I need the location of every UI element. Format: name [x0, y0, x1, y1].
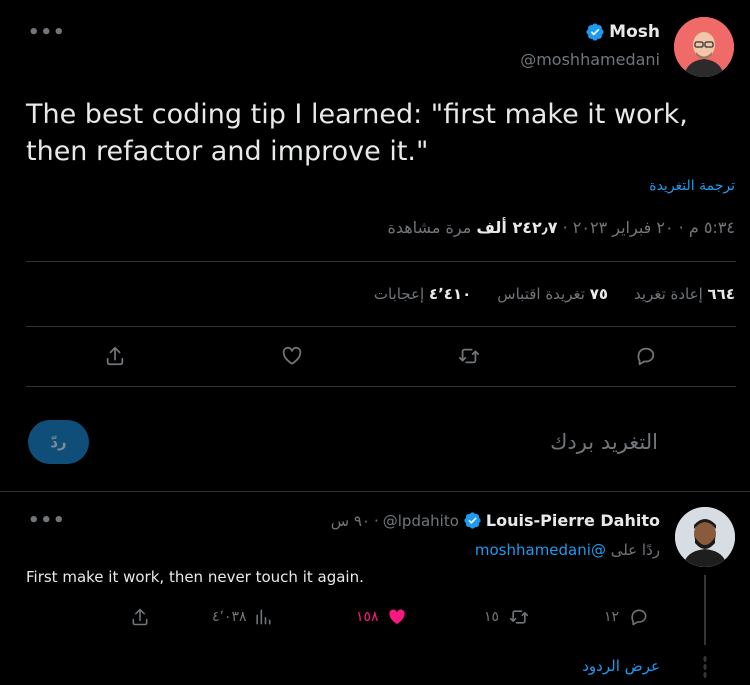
reply-more-options-icon[interactable]: ••• — [28, 510, 66, 531]
share-icon — [106, 346, 124, 366]
reply-like-button[interactable]: ١٥٨ — [356, 607, 407, 627]
reply-text: First make it work, then never touch it … — [26, 568, 364, 586]
reply-author-handle[interactable]: @lpdahito — [383, 512, 459, 530]
quotes-count: ٧٥ — [589, 285, 609, 303]
likes-label: إعجابات — [373, 285, 425, 303]
avatar[interactable] — [674, 17, 734, 77]
views-count: ٢٤٢٫٧ ألف — [476, 218, 558, 237]
tweet-date[interactable]: ٢٠ فبراير ٢٠٢٣ — [573, 218, 674, 237]
author-name[interactable]: Mosh — [609, 22, 660, 42]
reply-bubble-icon — [631, 609, 647, 626]
reply-views-button[interactable]: ٤٬٠٣٨ — [212, 607, 273, 627]
author-handle[interactable]: @moshhamedani — [520, 50, 660, 69]
retweets-count: ٦٦٤ — [707, 285, 735, 303]
verified-badge-icon — [464, 512, 481, 529]
reply-button[interactable] — [635, 345, 657, 371]
reply-author-name[interactable]: Louis-Pierre Dahito — [486, 511, 660, 530]
replying-to-label: ردًا على — [610, 541, 660, 559]
retweet-icon — [458, 348, 480, 364]
reply-bubble-icon — [637, 347, 655, 366]
heart-filled-icon — [388, 609, 405, 625]
reply-share-button[interactable] — [130, 607, 150, 631]
tweet-meta: ٥:٣٤ م · ٢٠ فبراير ٢٠٢٣ · ٢٤٢٫٧ ألف مرة … — [387, 218, 735, 237]
reply-time[interactable]: ٩٠ س — [331, 512, 370, 530]
likes-stat[interactable]: ٤٬٤١٠ إعجابات — [374, 285, 471, 303]
more-options-icon[interactable]: ••• — [28, 22, 66, 43]
avatar-image — [674, 17, 734, 77]
reply-like-count: ١٥٨ — [356, 609, 379, 625]
replying-to-handle[interactable]: @moshhamedani — [475, 541, 606, 559]
retweets-stat[interactable]: ٦٦٤ إعادة تغريد — [634, 285, 735, 303]
tweet-author[interactable]: Mosh — [585, 22, 660, 42]
views-chart-icon — [255, 609, 270, 625]
like-button[interactable] — [281, 345, 303, 371]
quotes-label: تغريدة اقتباس — [497, 285, 585, 303]
reply-submit-button[interactable]: ردّ — [28, 420, 89, 464]
stats-row: ٦٦٤ إعادة تغريد ٧٥ تغريدة اقتباس ٤٬٤١٠ إ… — [374, 285, 735, 303]
verified-badge-icon — [586, 23, 604, 41]
reply-reply-count: ١٢ — [604, 609, 620, 625]
thread-line — [704, 575, 706, 645]
reply-retweet-button[interactable]: ١٥ — [484, 607, 529, 627]
likes-count: ٤٬٤١٠ — [428, 285, 472, 303]
reply-avatar-image — [675, 507, 735, 567]
reply-views-count: ٤٬٠٣٨ — [212, 609, 247, 625]
section-divider — [0, 491, 750, 492]
tweet-time[interactable]: ٥:٣٤ م — [689, 218, 735, 237]
share-button[interactable] — [104, 345, 126, 371]
reply-avatar[interactable] — [675, 507, 735, 567]
show-replies-link[interactable]: عرض الردود — [582, 657, 660, 675]
share-icon — [132, 608, 148, 626]
replying-to: ردًا على @moshhamedani — [475, 541, 660, 559]
divider — [26, 261, 736, 262]
quotes-stat[interactable]: ٧٥ تغريدة اقتباس — [497, 285, 608, 303]
retweets-label: إعادة تغريد — [634, 285, 703, 303]
reply-author-row: ٩٠ س · @lpdahito Louis-Pierre Dahito — [330, 511, 660, 530]
views-label: مرة مشاهدة — [387, 218, 472, 237]
thread-dots — [703, 655, 707, 679]
reply-retweet-count: ١٥ — [484, 609, 500, 625]
tweet-text: The best coding tip I learned: "first ma… — [26, 99, 688, 167]
translate-tweet-link[interactable]: ترجمة التغريدة — [649, 178, 735, 194]
divider — [26, 326, 736, 327]
compose-reply-input[interactable]: التغريد بردك — [550, 430, 658, 454]
retweet-icon — [509, 610, 529, 624]
retweet-button[interactable] — [458, 345, 480, 371]
heart-icon — [282, 346, 302, 365]
reply-reply-button[interactable]: ١٢ — [604, 607, 649, 627]
divider — [26, 386, 736, 387]
